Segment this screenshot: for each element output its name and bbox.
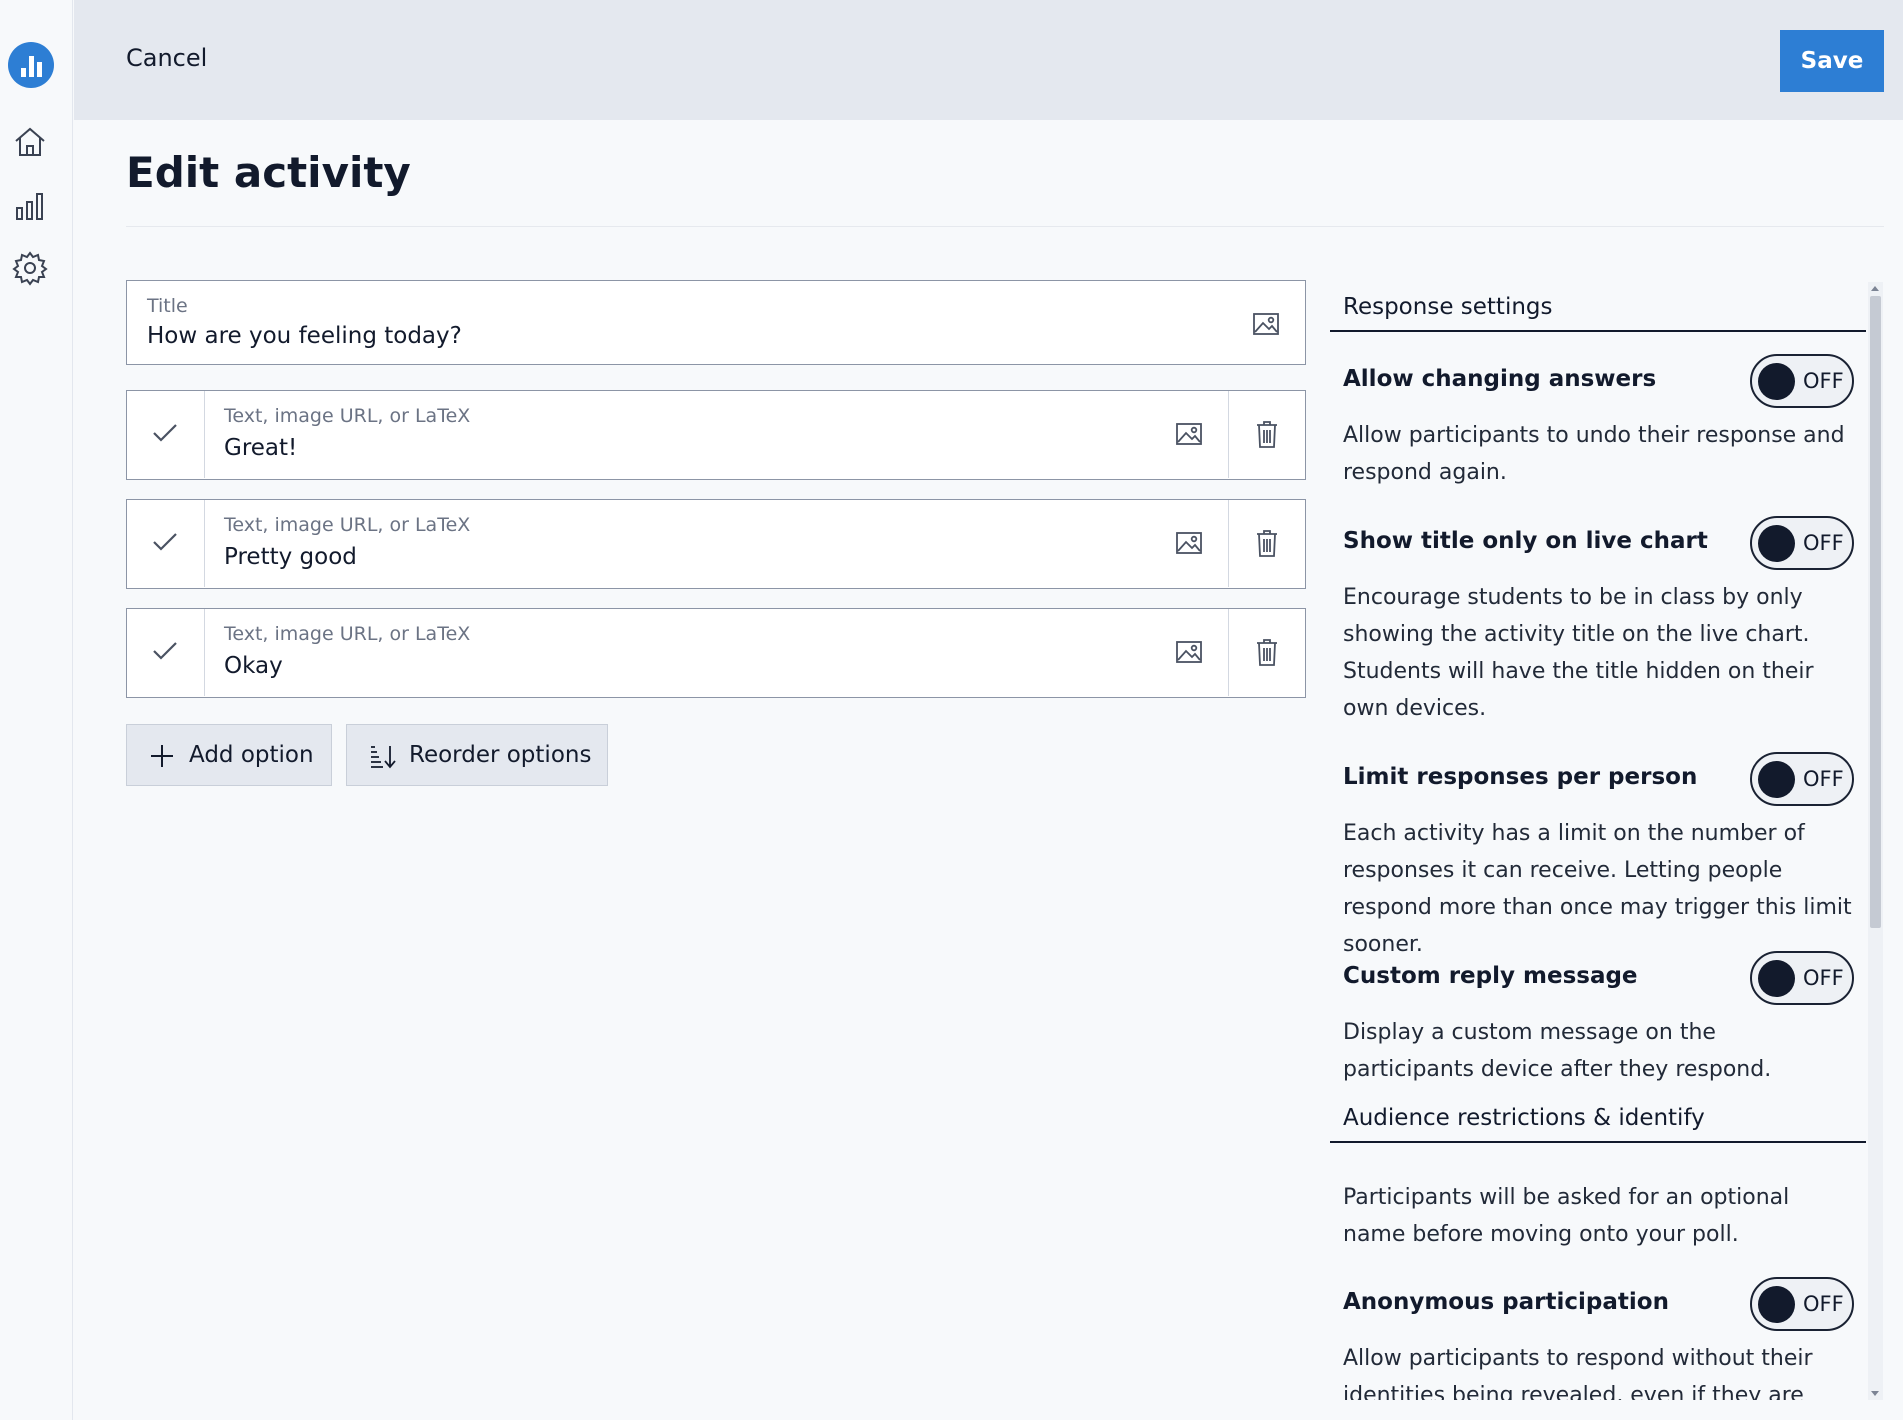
setting-description: Encourage students to be in class by onl… <box>1343 585 1814 721</box>
toggle-state: OFF <box>1803 369 1844 393</box>
toggle-knob <box>1758 761 1795 798</box>
setting-title: Allow changing answers <box>1343 366 1657 392</box>
setting-description: Each activity has a limit on the number … <box>1343 821 1852 957</box>
check-icon <box>153 533 177 551</box>
scroll-down-arrow[interactable] <box>1871 1391 1879 1396</box>
option-row[interactable]: Text, image URL, or LaTeX Pretty good <box>126 499 1306 589</box>
scrollbar-thumb[interactable] <box>1870 296 1881 928</box>
settings-panel[interactable]: Response settings Allow changing answers… <box>1330 282 1866 1400</box>
title-field-label: Title <box>147 295 188 317</box>
reorder-icon <box>371 746 396 769</box>
setting-description: Display a custom message on the particip… <box>1343 1020 1772 1082</box>
setting-description: Allow participants to undo their respons… <box>1343 423 1845 485</box>
audience-description: Participants will be asked for an option… <box>1343 1185 1790 1247</box>
bar-chart-logo-icon[interactable] <box>8 42 54 88</box>
add-option-label: Add option <box>189 742 314 768</box>
anonymous-participation-toggle[interactable]: OFF <box>1750 1277 1854 1331</box>
limit-responses-toggle[interactable]: OFF <box>1750 752 1854 806</box>
toggle-knob <box>1758 960 1795 997</box>
image-icon[interactable] <box>1252 311 1280 337</box>
toggle-state: OFF <box>1803 966 1844 990</box>
option-row[interactable]: Text, image URL, or LaTeX Okay <box>126 608 1306 698</box>
setting-title: Custom reply message <box>1343 963 1638 989</box>
page-title: Edit activity <box>126 148 411 197</box>
option-value[interactable]: Great! <box>224 435 297 461</box>
setting-title: Anonymous participation <box>1343 1289 1669 1315</box>
setting-title: Limit responses per person <box>1343 764 1698 790</box>
reorder-options-button[interactable]: Reorder options <box>346 724 608 786</box>
option-placeholder: Text, image URL, or LaTeX <box>224 514 471 536</box>
setting-description: Allow participants to respond without th… <box>1343 1346 1813 1400</box>
option-placeholder: Text, image URL, or LaTeX <box>224 623 471 645</box>
image-icon[interactable] <box>1175 421 1203 447</box>
reorder-options-label: Reorder options <box>409 742 592 768</box>
delete-option-button[interactable] <box>1228 391 1305 478</box>
allow-changing-answers-toggle[interactable]: OFF <box>1750 354 1854 408</box>
delete-option-button[interactable] <box>1228 609 1305 696</box>
option-placeholder: Text, image URL, or LaTeX <box>224 405 471 427</box>
title-divider <box>126 226 1884 227</box>
add-option-button[interactable]: Add option <box>126 724 332 786</box>
sidebar <box>0 0 73 1420</box>
trash-icon <box>1257 530 1277 557</box>
title-field[interactable]: Title How are you feeling today? <box>126 280 1306 365</box>
check-icon <box>153 424 177 442</box>
toggle-knob <box>1758 363 1795 400</box>
correct-toggle[interactable] <box>127 391 205 478</box>
title-field-value[interactable]: How are you feeling today? <box>147 323 462 349</box>
toggle-knob <box>1758 525 1795 562</box>
save-button[interactable]: Save <box>1780 30 1884 92</box>
correct-toggle[interactable] <box>127 500 205 587</box>
toggle-knob <box>1758 1286 1795 1323</box>
option-value[interactable]: Okay <box>224 653 283 679</box>
home-icon[interactable] <box>12 124 48 160</box>
image-icon[interactable] <box>1175 639 1203 665</box>
correct-toggle[interactable] <box>127 609 205 696</box>
option-row[interactable]: Text, image URL, or LaTeX Great! <box>126 390 1306 480</box>
trash-icon <box>1257 639 1277 666</box>
bar-chart-icon[interactable] <box>12 188 48 224</box>
toggle-state: OFF <box>1803 767 1844 791</box>
top-bar: Cancel Save <box>74 0 1903 120</box>
show-title-only-toggle[interactable]: OFF <box>1750 516 1854 570</box>
response-settings-heading: Response settings <box>1330 282 1866 332</box>
check-icon <box>153 642 177 660</box>
custom-reply-toggle[interactable]: OFF <box>1750 951 1854 1005</box>
setting-title: Show title only on live chart <box>1343 528 1708 554</box>
audience-heading: Audience restrictions & identify <box>1330 1093 1866 1143</box>
toggle-state: OFF <box>1803 1292 1844 1316</box>
option-value[interactable]: Pretty good <box>224 544 357 570</box>
scroll-up-arrow[interactable] <box>1871 286 1879 291</box>
gear-icon[interactable] <box>12 250 48 286</box>
settings-scrollbar[interactable] <box>1868 282 1883 1400</box>
toggle-state: OFF <box>1803 531 1844 555</box>
delete-option-button[interactable] <box>1228 500 1305 587</box>
trash-icon <box>1257 421 1277 448</box>
plus-icon <box>151 745 173 767</box>
cancel-button[interactable]: Cancel <box>126 44 207 72</box>
image-icon[interactable] <box>1175 530 1203 556</box>
